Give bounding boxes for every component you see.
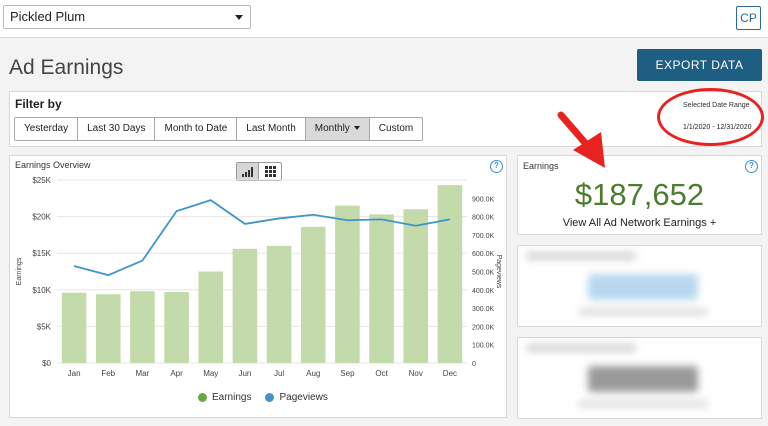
earnings-total: $187,652: [574, 177, 705, 212]
blurred-value: [588, 274, 698, 300]
filter-month-to-date-button[interactable]: Month to Date: [154, 117, 238, 141]
earnings-bar: [232, 248, 258, 363]
chevron-down-icon: [235, 15, 243, 20]
earnings-bar: [369, 214, 394, 363]
y2-axis-tick-label: 900.0K: [472, 196, 495, 203]
filter-button-label: Monthly: [314, 123, 350, 134]
y2-axis-title: Pageviews: [495, 255, 502, 289]
y-axis-tick-label: $10K: [32, 286, 51, 295]
date-filter-group: Yesterday Last 30 Days Month to Date Las…: [14, 117, 424, 141]
page-title: Ad Earnings: [9, 56, 124, 79]
caret-down-icon: [353, 126, 360, 131]
filter-button-label: Last 30 Days: [87, 123, 146, 134]
y2-axis-tick-label: 100.0K: [472, 343, 495, 350]
earnings-bar: [130, 291, 155, 363]
y2-axis-tick-label: 200.0K: [472, 324, 495, 331]
earnings-overview-panel: Earnings Overview ? $0 $5K $10K $15K $20K $25…: [9, 155, 507, 418]
filter-button-label: Last Month: [246, 123, 296, 134]
site-selector[interactable]: Pickled Plum: [3, 5, 251, 29]
earnings-bar: [437, 185, 463, 363]
earnings-bar: [266, 245, 292, 363]
y-axis-tick-label: $15K: [32, 249, 51, 258]
help-icon[interactable]: ?: [745, 160, 758, 173]
earnings-bar: [335, 205, 360, 363]
y2-axis-tick-label: 300.0K: [472, 306, 495, 313]
help-icon[interactable]: ?: [490, 160, 503, 173]
y2-axis-tick-label: 800.0K: [472, 215, 495, 222]
export-data-button[interactable]: EXPORT DATA: [637, 49, 762, 81]
earnings-bar: [300, 226, 326, 363]
blurred-label: [526, 344, 636, 352]
earnings-bar: [95, 294, 121, 363]
blurred-value: [588, 366, 698, 392]
x-axis-tick-label: Nov: [409, 369, 423, 378]
filter-button-label: Month to Date: [164, 123, 228, 134]
filter-last-month-button[interactable]: Last Month: [236, 117, 306, 141]
x-axis-tick-label: Sep: [340, 369, 355, 378]
x-axis-tick-label: Jun: [238, 369, 251, 378]
blurred-link: [578, 400, 708, 408]
user-avatar[interactable]: CP: [736, 6, 761, 30]
legend-pageviews[interactable]: Pageviews: [265, 392, 328, 403]
y-axis-tick-label: $0: [42, 359, 51, 368]
filter-monthly-dropdown[interactable]: Monthly: [304, 117, 370, 141]
overview-title: Earnings Overview: [15, 160, 91, 170]
filter-label: Filter by: [15, 97, 62, 111]
x-axis-tick-label: Jul: [274, 369, 284, 378]
x-axis-tick-label: Oct: [375, 369, 388, 378]
legend-earnings-dot: [198, 393, 207, 402]
filter-button-label: Yesterday: [24, 123, 69, 134]
annotation-arrow-icon: [557, 111, 605, 168]
legend-pageviews-dot: [265, 393, 275, 402]
earnings-bar: [61, 292, 87, 363]
blurred-link: [578, 308, 708, 316]
earnings-card-label: Earnings: [523, 161, 559, 171]
y-axis-tick-label: $25K: [32, 176, 51, 185]
filter-yesterday-button[interactable]: Yesterday: [14, 117, 79, 141]
x-axis-tick-label: Apr: [170, 369, 183, 378]
filter-button-label: Custom: [378, 123, 414, 134]
earnings-chart: $0 $5K $10K $15K $20K $25K 0 100.0K 200.0K 300.0K…: [16, 176, 502, 378]
blurred-label: [526, 252, 636, 260]
y2-axis-tick-label: 0: [472, 361, 476, 368]
blurred-stat-card: [517, 245, 762, 327]
filter-panel: Filter by Yesterday Last 30 Days Month t…: [9, 91, 762, 147]
earnings-bar: [164, 291, 189, 363]
top-bar: Pickled Plum CP: [0, 0, 768, 38]
y2-axis-tick-label: 500.0K: [472, 270, 495, 277]
x-axis-tick-label: May: [203, 369, 218, 378]
site-selector-value: Pickled Plum: [10, 9, 86, 24]
x-axis-tick-label: Feb: [101, 369, 115, 378]
legend-earnings-label: Earnings: [212, 392, 252, 403]
view-all-earnings-link[interactable]: View All Ad Network Earnings +: [518, 217, 761, 229]
x-axis-tick-label: Dec: [443, 369, 457, 378]
legend-earnings[interactable]: Earnings: [198, 392, 251, 403]
y2-axis-tick-label: 400.0K: [472, 288, 495, 295]
x-axis-tick-label: Mar: [136, 369, 150, 378]
legend-pageviews-label: Pageviews: [279, 392, 328, 403]
y-axis-title: Earnings: [16, 257, 23, 285]
x-axis-tick-label: Aug: [306, 369, 320, 378]
filter-custom-button[interactable]: Custom: [368, 117, 424, 141]
earnings-bar: [403, 209, 429, 363]
y2-axis-tick-label: 600.0K: [472, 251, 495, 258]
blurred-stat-card: [517, 337, 762, 419]
y2-axis-tick-label: 700.0K: [472, 233, 495, 240]
x-axis-tick-label: Jan: [68, 369, 81, 378]
filter-last-30-days-button[interactable]: Last 30 Days: [77, 117, 156, 141]
earnings-bar: [198, 271, 224, 363]
y-axis-tick-label: $20K: [32, 213, 51, 222]
chart-legend: Earnings Pageviews: [198, 392, 342, 403]
y-axis-tick-label: $5K: [37, 322, 52, 331]
earnings-summary-card: Earnings ? $187,652 View All Ad Network …: [517, 155, 762, 235]
annotation-circle: [657, 88, 764, 146]
